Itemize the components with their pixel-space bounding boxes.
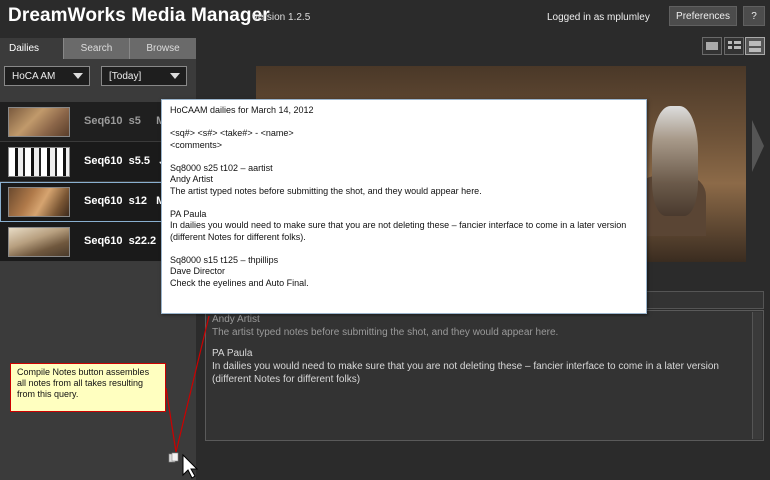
compiled-notes-text: HoCAAM dailies for March 14, 2012 <sq#> … <box>170 105 640 301</box>
entry-text: Check the eyelines and Auto Final. <box>170 277 309 288</box>
logged-in-label: Logged in as mplumley <box>547 12 650 23</box>
project-select[interactable]: HoCA AM <box>4 66 90 86</box>
entry-author: PA Paula <box>170 208 207 219</box>
shot-thumbnail <box>8 227 70 257</box>
date-select[interactable]: [Today] <box>101 66 187 86</box>
version-label: version 1.2.5 <box>253 12 311 23</box>
video-character <box>652 106 698 216</box>
tab-dailies[interactable]: Dailies <box>0 38 64 59</box>
note-text: The artist typed notes before submitting… <box>212 327 559 338</box>
notes-header <box>646 291 764 309</box>
single-view-icon[interactable] <box>702 37 722 55</box>
annotation-callout: Compile Notes button assembles all notes… <box>10 363 166 412</box>
chevron-down-icon <box>73 73 83 79</box>
list-view-icon[interactable] <box>724 37 744 55</box>
entry-author: Dave Director <box>170 266 226 276</box>
shot-label: Seq610 s12 M <box>84 195 166 207</box>
app-title: DreamWorks Media Manager <box>8 5 270 26</box>
shot-thumbnail <box>8 187 70 217</box>
notes-panel[interactable]: Andy Artist The artist typed notes befor… <box>205 310 764 441</box>
format-line: <sq#> <s#> <take#> - <name> <box>170 128 294 138</box>
next-arrow-icon[interactable] <box>752 120 764 172</box>
entry-text: The artist typed notes before submitting… <box>170 185 482 196</box>
entry-author: Andy Artist <box>170 174 214 184</box>
entry-header: Sq8000 s25 t102 – aartist <box>170 162 273 173</box>
note-author: Andy Artist <box>212 314 260 325</box>
shot-label: Seq610 s5 M <box>84 115 166 127</box>
format-line: <comments> <box>170 139 223 150</box>
shot-label: Seq610 s22.2 <box>84 235 157 247</box>
notes-text: Andy Artist The artist typed notes befor… <box>212 313 742 394</box>
tab-browse[interactable]: Browse <box>130 38 196 59</box>
note-author: PA Paula <box>212 348 253 359</box>
note-text: In dailies you would need to make sure t… <box>212 361 719 385</box>
shot-thumbnail <box>8 107 70 137</box>
entry-text: In dailies you would need to make sure t… <box>170 220 627 242</box>
tab-search[interactable]: Search <box>64 38 130 59</box>
popup-title: HoCAAM dailies for March 14, 2012 <box>170 105 314 115</box>
compiled-notes-popup: HoCAAM dailies for March 14, 2012 <sq#> … <box>161 99 647 314</box>
preferences-button[interactable]: Preferences <box>669 6 737 26</box>
shot-label: Seq610 s5.5 J <box>84 155 166 167</box>
notes-scrollbar[interactable] <box>752 312 762 439</box>
tab-bar: Dailies Search Browse <box>0 38 196 59</box>
shot-thumbnail <box>8 147 70 177</box>
entry-header: Sq8000 s15 t125 – thpillips <box>170 254 279 265</box>
project-select-value: HoCA AM <box>12 70 56 82</box>
help-button[interactable]: ? <box>743 6 765 26</box>
compile-notes-icon[interactable] <box>168 452 180 464</box>
split-view-icon[interactable] <box>745 37 765 55</box>
chevron-down-icon <box>170 73 180 79</box>
date-select-value: [Today] <box>109 70 142 82</box>
